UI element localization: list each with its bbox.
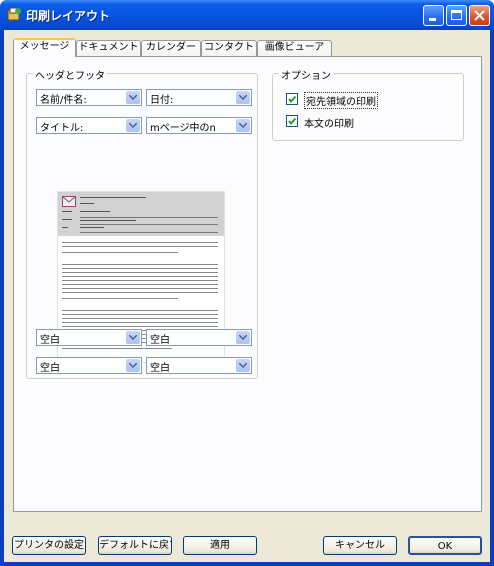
tab-calendar[interactable]: カレンダー <box>141 40 201 56</box>
chevron-down-icon <box>126 359 140 372</box>
header-mid-left-select[interactable]: タイトル: <box>36 117 142 134</box>
close-icon <box>474 10 485 21</box>
chevron-down-icon <box>236 119 250 132</box>
tab-image-viewer[interactable]: 画像ビューア <box>257 40 332 56</box>
window-title: 印刷レイアウト <box>26 9 111 23</box>
maximize-button[interactable] <box>446 5 467 26</box>
print-body-checkbox[interactable] <box>286 115 298 127</box>
apply-button[interactable]: 適用 <box>183 536 257 555</box>
footer-row2-left-select[interactable]: 空白 <box>36 357 142 374</box>
minimize-icon <box>429 18 436 21</box>
cancel-button[interactable]: キャンセル <box>323 536 397 555</box>
chevron-down-icon <box>126 331 140 344</box>
chevron-down-icon <box>236 331 250 344</box>
footer-row1-right-select[interactable]: 空白 <box>146 329 252 346</box>
tab-message[interactable]: メッセージ <box>13 38 76 57</box>
printer-settings-button[interactable]: プリンタの設定 <box>12 536 86 555</box>
options-group: オプション 宛先領域の印刷 本文の印刷 <box>272 67 464 141</box>
dialog-body: メッセージ ドキュメント カレンダー コンタクト 画像ビューア ヘッダとフッタ … <box>4 30 490 562</box>
header-footer-label: ヘッダとフッタ <box>33 67 107 82</box>
app-icon <box>7 7 21 21</box>
print-recipients-checkbox[interactable] <box>286 93 298 105</box>
preview-header-area <box>58 192 224 236</box>
print-body-label[interactable]: 本文の印刷 <box>304 115 354 130</box>
close-button[interactable] <box>469 5 490 26</box>
header-top-right-select[interactable]: 日付: <box>146 89 252 106</box>
print-layout-window: 印刷レイアウト メッセージ ドキュメント カレンダー コンタクト 画像ビューア … <box>0 0 494 566</box>
options-label: オプション <box>279 67 333 82</box>
chevron-down-icon <box>236 91 250 104</box>
header-footer-group: ヘッダとフッタ 名前/件名: 日付: タイトル: mページ中のn 空白 空白 空… <box>26 67 258 379</box>
title-bar[interactable]: 印刷レイアウト <box>0 0 494 30</box>
maximize-icon <box>451 10 462 20</box>
header-mid-right-select[interactable]: mページ中のn <box>146 117 252 134</box>
restore-defaults-button[interactable]: デフォルトに戻す <box>98 536 172 555</box>
footer-row2-right-select[interactable]: 空白 <box>146 357 252 374</box>
chevron-down-icon <box>236 359 250 372</box>
tab-contact[interactable]: コンタクト <box>201 40 257 56</box>
envelope-icon <box>62 196 76 207</box>
checkmark-icon <box>288 95 297 104</box>
tab-document[interactable]: ドキュメント <box>76 40 141 56</box>
header-top-left-select[interactable]: 名前/件名: <box>36 89 142 106</box>
ok-button[interactable]: OK <box>408 536 482 555</box>
chevron-down-icon <box>126 119 140 132</box>
footer-row1-left-select[interactable]: 空白 <box>36 329 142 346</box>
chevron-down-icon <box>126 91 140 104</box>
minimize-button[interactable] <box>423 5 444 26</box>
checkmark-icon <box>288 117 297 126</box>
print-recipients-label[interactable]: 宛先領域の印刷 <box>304 92 378 109</box>
tab-panel-message: ヘッダとフッタ 名前/件名: 日付: タイトル: mページ中のn 空白 空白 空… <box>13 56 482 512</box>
